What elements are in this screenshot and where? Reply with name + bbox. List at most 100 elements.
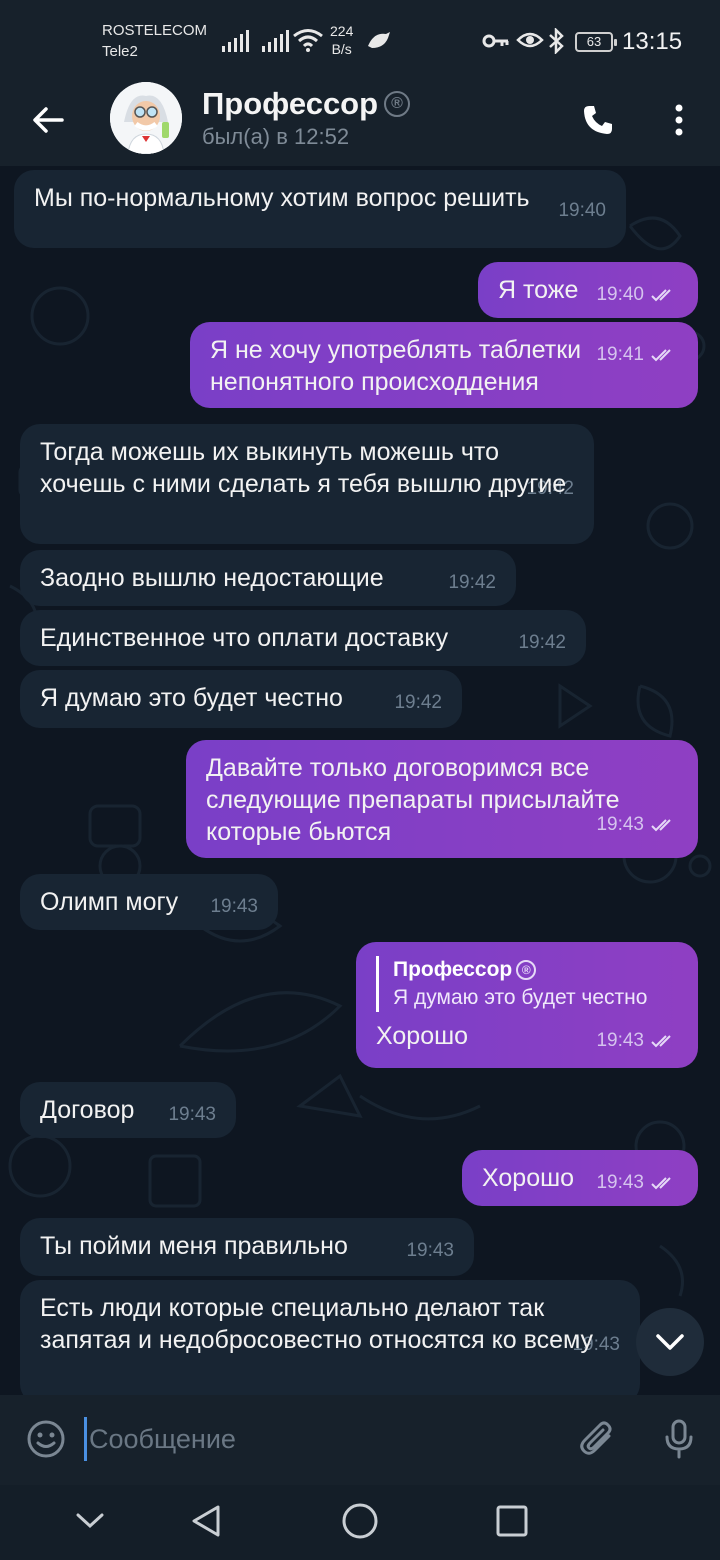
message-incoming[interactable]: Единственное что оплати доставку 19:42	[20, 610, 586, 666]
quoted-message[interactable]: Профессор ® Я думаю это будет честно	[376, 956, 678, 1012]
time-label: 19:43	[210, 896, 258, 917]
more-vertical-icon	[675, 104, 683, 136]
message-incoming[interactable]: Ты пойми меня правильно 19:43	[20, 1218, 474, 1276]
message-text: Давайте только договоримся все следующие…	[206, 754, 620, 846]
message-time: 19:42	[394, 692, 442, 714]
message-text: Заодно вышлю недостающие	[40, 564, 384, 592]
message-text: Хорошо	[376, 1022, 469, 1050]
message-outgoing-reply[interactable]: Профессор ® Я думаю это будет честно Хор…	[356, 942, 698, 1068]
network-speed: 224 B/s	[330, 22, 353, 58]
carrier-1: ROSTELECOM	[102, 22, 208, 39]
quoted-author-name: Профессор	[393, 958, 513, 981]
message-text: Тогда можешь их выкинуть можешь что хоче…	[40, 438, 567, 498]
registered-mark: ®	[384, 91, 411, 117]
nav-back-button[interactable]	[181, 1499, 231, 1543]
message-text: Ты пойми меня правильно	[40, 1232, 348, 1260]
message-text: Я думаю это будет честно	[40, 684, 343, 712]
double-check-icon	[651, 1177, 671, 1190]
nav-home-button[interactable]	[335, 1499, 385, 1543]
time-label: 19:43	[596, 814, 644, 835]
microphone-icon	[665, 1419, 693, 1459]
message-time: 19:40	[596, 284, 678, 306]
contact-name: Профессор	[202, 86, 379, 121]
emoji-icon	[27, 1420, 65, 1458]
message-time: 19:43	[596, 814, 678, 836]
message-outgoing[interactable]: Я не хочу употреблять таблетки непонятно…	[190, 322, 698, 408]
status-bar: ROSTELECOM Tele2 224 B/s 63 13:15	[0, 0, 720, 84]
message-text: Олимп могу	[40, 888, 179, 916]
arrow-left-icon	[33, 107, 64, 133]
message-outgoing[interactable]: Я тоже 19:40	[478, 262, 698, 318]
signal-1-icon	[222, 30, 249, 52]
message-text: Я тоже	[498, 276, 579, 304]
message-time: 19:41	[596, 344, 678, 366]
quoted-text: Я думаю это будет честно	[393, 986, 648, 1009]
nav-recents-button[interactable]	[487, 1499, 537, 1543]
avatar[interactable]	[110, 82, 182, 154]
message-time: 19:43	[596, 1172, 678, 1194]
square-recents-icon	[496, 1505, 528, 1537]
message-incoming[interactable]: Олимп могу 19:43	[20, 874, 278, 930]
message-incoming[interactable]: Есть люди которые специально делают так …	[20, 1280, 640, 1395]
time-label: 19:42	[448, 572, 496, 593]
quoted-author: Профессор ®	[393, 956, 678, 984]
message-outgoing[interactable]: Хорошо 19:43	[462, 1150, 698, 1206]
triangle-back-icon	[192, 1505, 220, 1537]
paperclip-icon	[580, 1421, 612, 1455]
bluetooth-icon	[549, 28, 564, 54]
scroll-down-button[interactable]	[636, 1308, 704, 1376]
message-incoming[interactable]: Тогда можешь их выкинуть можешь что хоче…	[20, 424, 594, 544]
time-label: 19:43	[168, 1104, 216, 1125]
signal-2-icon	[262, 30, 289, 52]
chevron-down-icon	[76, 1513, 104, 1529]
phone-icon	[584, 106, 612, 134]
message-time: 19:43	[210, 896, 258, 918]
time-label: 19:43	[596, 1030, 644, 1051]
message-text: Единственное что оплати доставку	[40, 624, 449, 652]
chat-header: Профессор ® был(а) в 12:52	[0, 82, 720, 166]
circle-home-icon	[342, 1503, 378, 1539]
speed-unit: B/s	[331, 41, 352, 57]
message-text: Договор	[40, 1096, 135, 1124]
time-label: 19:43	[406, 1240, 454, 1261]
message-incoming[interactable]: Мы по-нормальному хотим вопрос решить 19…	[14, 170, 626, 248]
double-check-icon	[651, 349, 671, 362]
message-text: Есть люди которые специально делают так …	[40, 1294, 594, 1354]
message-time: 19:40	[558, 200, 606, 222]
message-incoming[interactable]: Я думаю это будет честно 19:42	[20, 670, 462, 728]
professor-avatar-image	[110, 82, 182, 154]
message-time: 19:43	[406, 1240, 454, 1262]
wifi-icon	[293, 29, 323, 52]
message-list[interactable]: Мы по-нормальному хотим вопрос решить 19…	[0, 166, 720, 1395]
message-input[interactable]	[84, 1417, 544, 1461]
call-button[interactable]	[574, 96, 622, 144]
battery-indicator: 63	[575, 32, 617, 52]
carrier-names: ROSTELECOM Tele2	[102, 20, 207, 62]
key-icon	[482, 34, 509, 48]
attach-button[interactable]	[574, 1415, 622, 1463]
chat-title[interactable]: Профессор ®	[202, 86, 411, 122]
message-outgoing[interactable]: Давайте только договоримся все следующие…	[186, 740, 698, 858]
time-label: 19:41	[596, 344, 644, 365]
microphone-button[interactable]	[656, 1415, 702, 1463]
nav-hide-keyboard-button[interactable]	[65, 1499, 115, 1543]
chevron-down-icon	[656, 1334, 684, 1350]
message-time: 19:42	[448, 572, 496, 594]
message-text: Я не хочу употреблять таблетки непонятно…	[210, 336, 582, 396]
back-button[interactable]	[24, 96, 72, 144]
time-label: 19:42	[518, 632, 566, 653]
time-label: 19:40	[596, 284, 644, 305]
composer	[0, 1395, 720, 1485]
last-seen-status: был(а) в 12:52	[202, 124, 350, 149]
system-navigation-bar	[0, 1485, 720, 1560]
more-menu-button[interactable]	[656, 96, 702, 144]
registered-mark: ®	[516, 960, 537, 980]
time-label: 19:40	[558, 200, 606, 221]
eye-icon	[516, 32, 544, 48]
carrier-2: Tele2	[102, 43, 138, 60]
message-text: Мы по-нормальному хотим вопрос решить	[34, 184, 530, 212]
message-time: 19:42	[518, 632, 566, 654]
message-incoming[interactable]: Договор 19:43	[20, 1082, 236, 1138]
emoji-button[interactable]	[24, 1417, 68, 1461]
message-incoming[interactable]: Заодно вышлю недостающие 19:42	[20, 550, 516, 606]
